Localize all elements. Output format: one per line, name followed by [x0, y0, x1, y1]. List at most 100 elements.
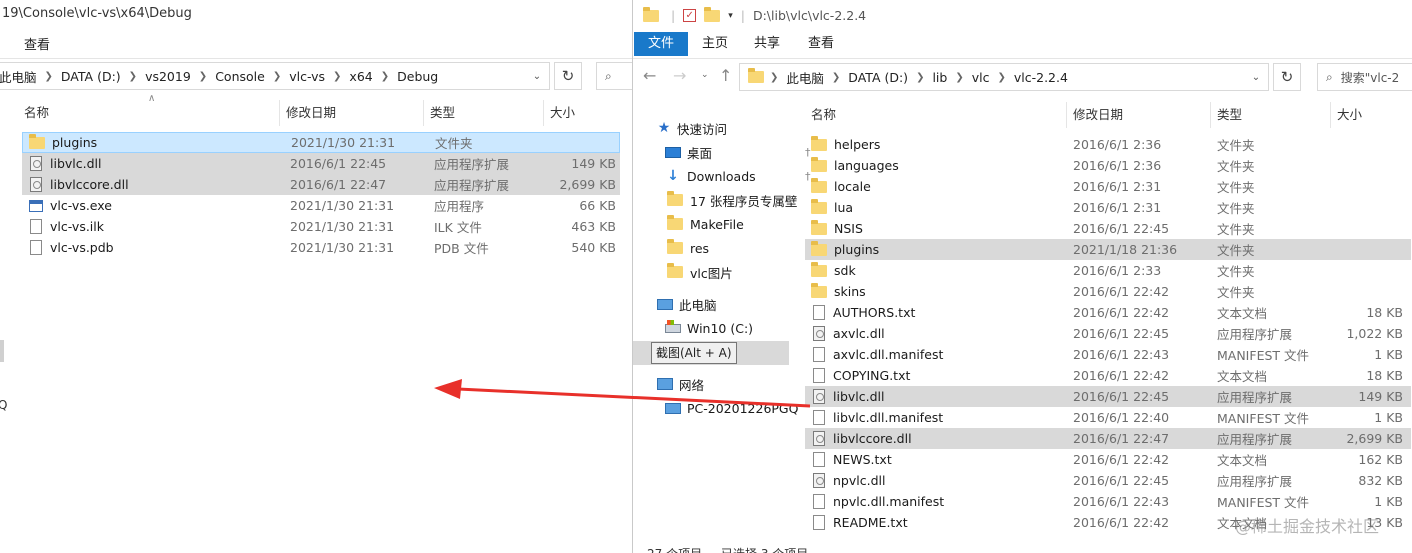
folder-icon[interactable] [643, 6, 659, 22]
forward-arrow-icon[interactable]: → [673, 66, 686, 85]
breadcrumb-item[interactable]: vlc-vs [281, 69, 333, 84]
search-box[interactable]: ⌕ [596, 62, 632, 90]
breadcrumb-item[interactable]: DATA (D:) [53, 69, 129, 84]
breadcrumb-item[interactable]: Debug [389, 69, 446, 84]
up-arrow-icon[interactable]: ↑ [719, 66, 732, 85]
nav-network[interactable]: 网络 [657, 373, 704, 395]
properties-icon[interactable]: ✓ [683, 9, 697, 22]
file-row[interactable]: npvlc.dll.manifest 2016/6/1 22:43 MANIFEST… [805, 491, 1411, 512]
chevron-right-icon[interactable]: ❯ [955, 72, 963, 83]
breadcrumb-item[interactable]: vlc-2.2.4 [1006, 70, 1076, 85]
back-arrow-icon[interactable]: ← [643, 66, 656, 85]
breadcrumb-item[interactable]: x64 [341, 69, 380, 84]
col-date[interactable]: 修改日期 [280, 100, 424, 126]
refresh-button[interactable]: ↻ [1273, 63, 1301, 91]
chevron-right-icon[interactable]: ❯ [273, 71, 281, 82]
file-row[interactable]: axvlc.dll 2016/6/1 22:45 应用程序扩展 1,022 KB [805, 323, 1411, 344]
tab-share[interactable]: 共享 [745, 32, 789, 56]
file-row[interactable]: vlc-vs.ilk 2021/1/30 21:31 ILK 文件 463 KB [22, 216, 620, 237]
nav-desktop[interactable]: 桌面 † [665, 141, 821, 163]
col-size[interactable]: 大小 [1331, 102, 1401, 128]
nav-quick-access[interactable]: ★ 快速访问 [657, 117, 727, 139]
tab-file[interactable]: 文件 [634, 32, 688, 56]
nav-this-pc[interactable]: 此电脑 [657, 293, 717, 315]
tab-view[interactable]: 查看 [799, 32, 843, 56]
col-type[interactable]: 类型 [1211, 102, 1331, 128]
chevron-right-icon[interactable]: ❯ [333, 71, 341, 82]
breadcrumb-item[interactable]: 此电脑 [0, 67, 45, 86]
chevron-right-icon[interactable]: ❯ [129, 71, 137, 82]
watermark: @稀土掘金技术社区 [1235, 517, 1380, 536]
chevron-right-icon[interactable]: ❯ [199, 71, 207, 82]
folder-icon [748, 68, 764, 83]
file-date: 2016/6/1 2:33 [1073, 263, 1162, 278]
chevron-right-icon[interactable]: ❯ [997, 72, 1005, 83]
nav-drive-c[interactable]: Win10 (C:) [665, 317, 753, 339]
col-name[interactable]: 名称 [805, 102, 1067, 128]
file-row[interactable]: NEWS.txt 2016/6/1 22:42 文本文档 162 KB [805, 449, 1411, 470]
file-row[interactable]: libvlc.dll 2016/6/1 22:45 应用程序扩展 149 KB [22, 153, 620, 174]
breadcrumb-item[interactable]: vs2019 [137, 69, 199, 84]
tab-home[interactable]: 主页 [693, 32, 737, 56]
nav-downloads[interactable]: ↓ Downloads † [665, 165, 821, 187]
file-row[interactable]: npvlc.dll 2016/6/1 22:45 应用程序扩展 832 KB [805, 470, 1411, 491]
col-type[interactable]: 类型 [424, 100, 544, 126]
file-row[interactable]: libvlc.dll.manifest 2016/6/1 22:40 MANIFES… [805, 407, 1411, 428]
file-name-cell: vlc-vs.pdb [22, 240, 284, 255]
file-icon [813, 494, 825, 509]
chevron-right-icon[interactable]: ❯ [916, 72, 924, 83]
file-row[interactable]: vlc-vs.pdb 2021/1/30 21:31 PDB 文件 540 KB [22, 237, 620, 258]
breadcrumb-item[interactable]: lib [924, 70, 955, 85]
file-date: 2016/6/1 22:42 [1073, 515, 1170, 530]
tab-view[interactable]: 查看 [24, 34, 50, 53]
file-row[interactable]: skins 2016/6/1 22:42 文件夹 [805, 281, 1411, 302]
col-name[interactable]: 名称 [18, 100, 280, 126]
file-size: 832 KB [1358, 473, 1403, 488]
file-row[interactable]: COPYING.txt 2016/6/1 22:42 文本文档 18 KB [805, 365, 1411, 386]
address-bar[interactable]: 此电脑 ❯ DATA (D:) ❯ vs2019 ❯ Console ❯ vlc… [0, 62, 550, 90]
file-name: libvlccore.dll [50, 177, 129, 192]
address-bar[interactable]: ❯ 此电脑 ❯ DATA (D:) ❯ lib ❯ vlc ❯ vlc-2.2.… [739, 63, 1269, 91]
file-row[interactable]: sdk 2016/6/1 2:33 文件夹 [805, 260, 1411, 281]
nav-folder[interactable]: MakeFile [667, 213, 744, 235]
file-row[interactable]: axvlc.dll.manifest 2016/6/1 22:43 MANIFEST… [805, 344, 1411, 365]
nav-folder[interactable]: res [667, 237, 709, 259]
file-row[interactable]: plugins 2021/1/30 21:31 文件夹 [22, 132, 620, 153]
ribbon-divider [633, 58, 1412, 59]
file-row[interactable]: AUTHORS.txt 2016/6/1 22:42 文本文档 18 KB [805, 302, 1411, 323]
file-name-cell: libvlccore.dll [805, 431, 1067, 446]
chevron-right-icon[interactable]: ❯ [45, 71, 53, 82]
customize-toolbar-icon[interactable]: ▾ [728, 11, 733, 21]
chevron-right-icon[interactable]: ❯ [381, 71, 389, 82]
refresh-button[interactable]: ↻ [554, 62, 582, 90]
nav-folder[interactable]: 17 张程序员专属壁 [667, 189, 797, 211]
new-folder-icon[interactable] [704, 6, 721, 22]
chevron-down-icon[interactable]: ⌄ [525, 63, 549, 89]
chevron-right-icon[interactable]: ❯ [832, 72, 840, 83]
breadcrumb-item[interactable]: DATA (D:) [840, 70, 916, 85]
col-date[interactable]: 修改日期 [1067, 102, 1211, 128]
file-row[interactable]: locale 2016/6/1 2:31 文件夹 [805, 176, 1411, 197]
recent-locations-icon[interactable]: ⌄ [701, 70, 709, 80]
file-row[interactable]: NSIS 2016/6/1 22:45 文件夹 [805, 218, 1411, 239]
chevron-right-icon[interactable]: ❯ [770, 72, 778, 83]
file-row[interactable]: libvlccore.dll 2016/6/1 22:47 应用程序扩展 2,699 … [805, 428, 1411, 449]
file-row[interactable]: helpers 2016/6/1 2:36 文件夹 [805, 134, 1411, 155]
breadcrumb-item[interactable]: Console [207, 69, 273, 84]
breadcrumb-item[interactable]: 此电脑 [778, 68, 832, 87]
file-row[interactable]: libvlc.dll 2016/6/1 22:45 应用程序扩展 149 KB [805, 386, 1411, 407]
file-row[interactable]: plugins 2021/1/18 21:36 文件夹 [805, 239, 1411, 260]
refresh-icon: ↻ [1280, 68, 1294, 86]
col-size[interactable]: 大小 [544, 100, 604, 126]
chevron-down-icon[interactable]: ⌄ [1244, 64, 1268, 90]
nav-folder[interactable]: vlc图片 [667, 261, 733, 283]
nav-pc[interactable]: PC-20201226PGQ [665, 397, 798, 419]
file-row[interactable]: libvlccore.dll 2016/6/1 22:47 应用程序扩展 2,699 … [22, 174, 620, 195]
file-row[interactable]: languages 2016/6/1 2:36 文件夹 [805, 155, 1411, 176]
search-input[interactable]: 搜索"vlc-2 [1341, 69, 1400, 86]
file-row[interactable]: vlc-vs.exe 2021/1/30 21:31 应用程序 66 KB [22, 195, 620, 216]
breadcrumb-item[interactable]: vlc [964, 70, 998, 85]
search-box[interactable]: ⌕ 搜索"vlc-2 [1317, 63, 1412, 91]
file-row[interactable]: lua 2016/6/1 2:31 文件夹 [805, 197, 1411, 218]
file-type: 文件夹 [435, 136, 473, 151]
